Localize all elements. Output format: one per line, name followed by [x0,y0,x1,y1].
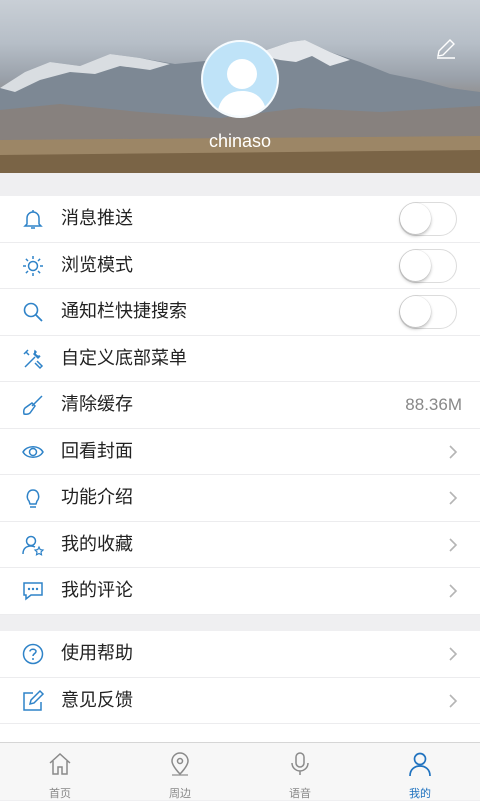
setting-label: 我的评论 [61,580,133,601]
push-notifications-toggle[interactable] [399,202,457,236]
chevron-right-icon [449,647,458,661]
user-star-icon [22,535,45,556]
setting-row-clear-cache[interactable]: 清除缓存 88.36M [0,382,480,429]
search-icon [23,302,43,322]
bell-icon [23,210,43,229]
tab-mine[interactable]: 我的 [360,743,480,801]
setting-row-browse-mode[interactable]: 浏览模式 [0,243,480,289]
chevron-right-icon [449,444,458,459]
user-icon [409,752,431,777]
avatar[interactable] [201,40,279,118]
setting-label: 使用帮助 [61,643,133,664]
tab-label: 语音 [289,787,311,800]
username: chinaso [208,131,272,151]
profile-header: chinaso [0,0,480,173]
tab-label: 首页 [49,787,71,800]
bottom-tab-bar: 首页 周边 语音 我的 [0,742,480,800]
chevron-right-icon [449,693,458,708]
toggle-knob [400,296,431,327]
broom-icon [23,395,43,415]
browse-mode-toggle[interactable] [399,248,457,283]
tab-label: 周边 [169,787,191,800]
toggle-knob [400,203,431,234]
tab-voice[interactable]: 语音 [240,743,360,801]
location-icon [171,752,189,776]
tab-nearby[interactable]: 周边 [120,743,240,801]
eye-icon [22,445,44,458]
setting-label: 功能介绍 [61,487,133,508]
notification-search-toggle[interactable] [399,295,457,329]
setting-row-feature-intro[interactable]: 功能介绍 [0,475,480,522]
chevron-right-icon [449,537,458,552]
cache-size-value: 88.36M [405,395,462,414]
setting-row-notification-search[interactable]: 通知栏快捷搜索 [0,289,480,336]
setting-row-review-cover[interactable]: 回看封面 [0,429,480,475]
setting-row-custom-menu[interactable]: 自定义底部菜单 [0,336,480,382]
setting-row-help[interactable]: 使用帮助 [0,631,480,678]
tab-home[interactable]: 首页 [0,743,120,801]
setting-row-my-favorites[interactable]: 我的收藏 [0,522,480,568]
feedback-icon [23,689,45,711]
chevron-right-icon [449,491,458,505]
microphone-icon [291,752,309,775]
tools-icon [23,348,44,369]
setting-label: 通知栏快捷搜索 [61,301,187,322]
setting-row-feedback[interactable]: 意见反馈 [0,678,480,724]
setting-row-my-comments[interactable]: 我的评论 [0,568,480,615]
toggle-knob [400,249,431,281]
setting-label: 清除缓存 [61,394,133,415]
sun-icon [23,255,43,276]
chevron-right-icon [449,584,458,598]
setting-label: 自定义底部菜单 [61,347,187,369]
setting-label: 回看封面 [61,440,133,462]
edit-profile-icon[interactable] [434,36,458,60]
setting-label: 消息推送 [61,208,133,229]
tab-label: 我的 [409,787,431,800]
setting-label: 我的收藏 [61,533,133,555]
settings-list: 消息推送 浏览模式 通知栏快捷搜索 自定义底部菜单 清除缓存 88.36M 回看… [0,196,480,615]
home-icon [49,752,71,775]
comment-icon [23,582,43,601]
help-icon [22,643,44,665]
setting-label: 意见反馈 [61,689,133,711]
lightbulb-icon [26,489,40,508]
setting-label: 浏览模式 [61,254,133,276]
setting-row-push-notifications[interactable]: 消息推送 [0,196,480,243]
